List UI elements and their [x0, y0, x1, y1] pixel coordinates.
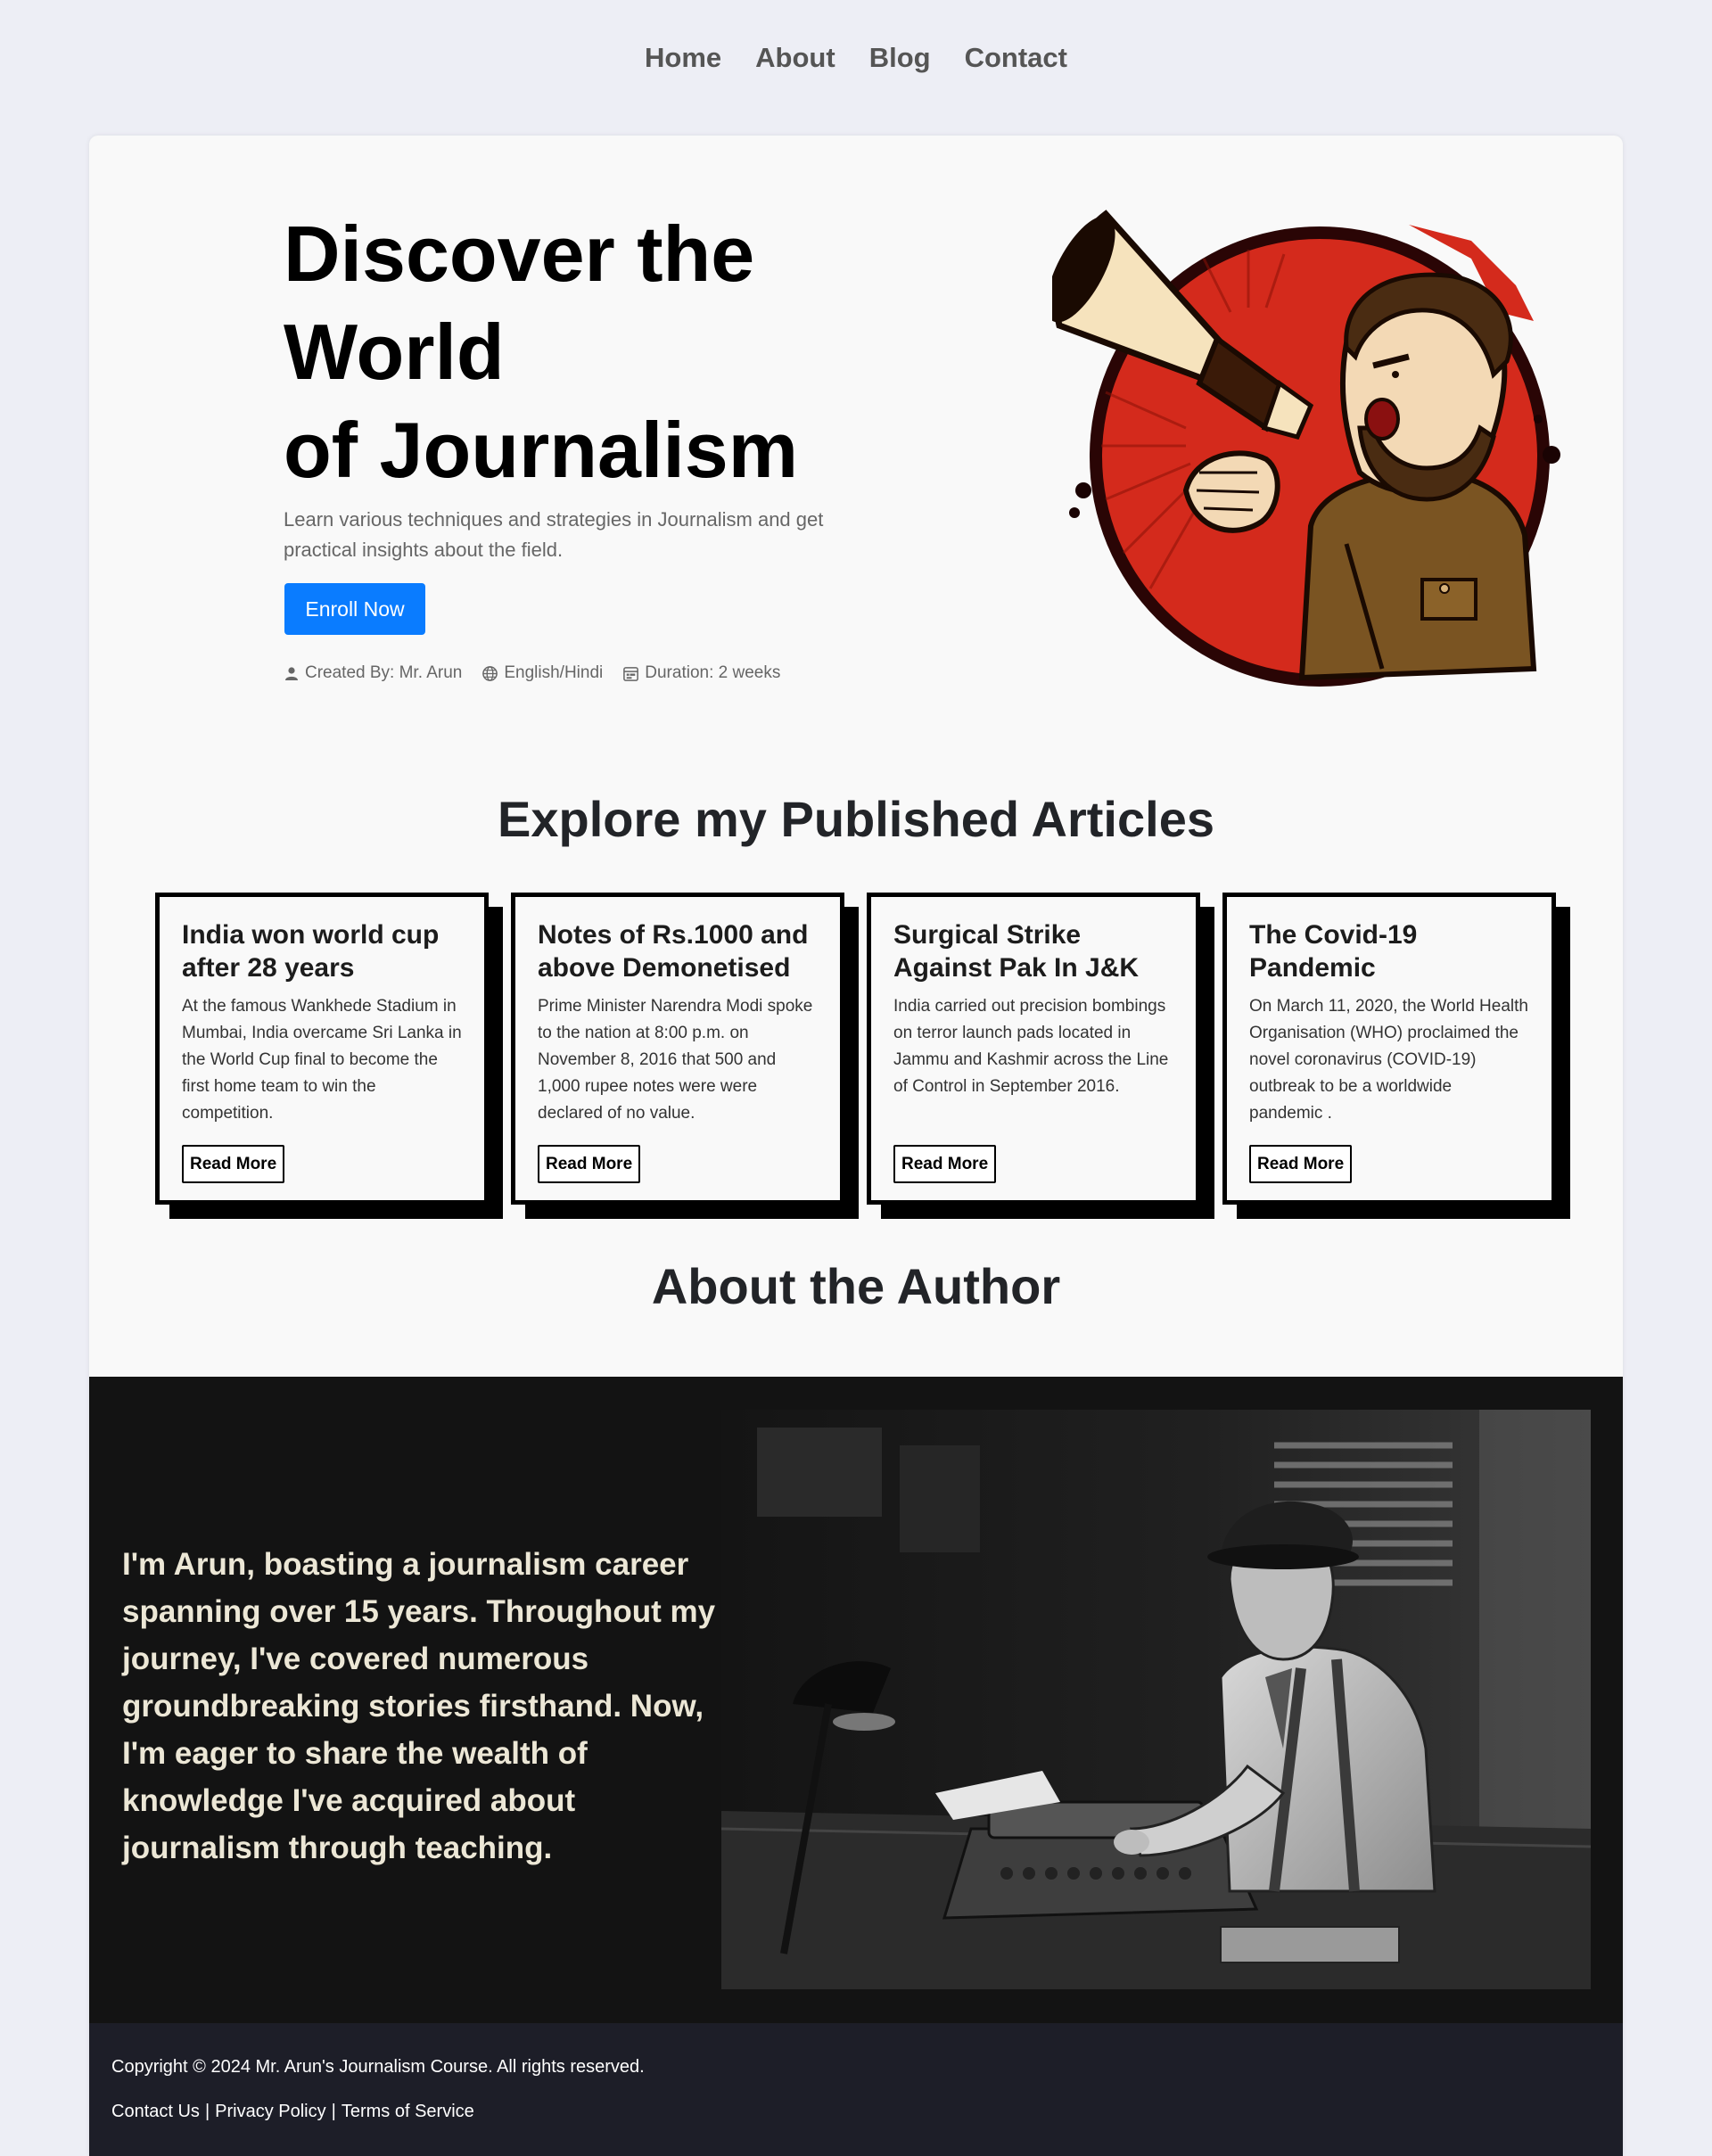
journalist-photo — [721, 1410, 1591, 1989]
meta-language-text: English/Hindi — [504, 663, 604, 682]
nav-home-link[interactable]: Home — [645, 42, 721, 74]
article-summary: India carried out precision bombings on … — [893, 997, 1169, 1096]
author-section: I'm Arun, boasting a journalism career s… — [89, 1377, 1623, 2023]
hero-title-line: World — [284, 308, 505, 396]
footer-contact-link[interactable]: Contact Us — [111, 2102, 200, 2122]
article-card: The Covid-19 Pandemic On March 11, 2020,… — [1222, 893, 1556, 1205]
meta-duration-text: Duration: 2 weeks — [645, 663, 781, 682]
article-title: Surgical Strike Against Pak In J&K — [893, 920, 1140, 983]
nav-blog-link[interactable]: Blog — [869, 42, 931, 74]
read-more-button[interactable]: Read More — [893, 1145, 997, 1183]
article-title: The Covid-19 Pandemic — [1249, 920, 1418, 983]
hero-title-line: of Journalism — [284, 406, 798, 494]
articles-grid: India won world cup after 28 years At th… — [155, 893, 1564, 1214]
meta-author-text: Created By: Mr. Arun — [305, 663, 463, 682]
footer-separator: | — [331, 2102, 336, 2121]
enroll-now-button[interactable]: Enroll Now — [284, 583, 425, 635]
article-title: Notes of Rs.1000 and above Demonetised — [538, 920, 809, 983]
nav-contact-link[interactable]: Contact — [965, 42, 1067, 74]
meta-language: English/Hindi — [482, 663, 603, 683]
footer-links: Contact Us | Privacy Policy | Terms of S… — [111, 2102, 1601, 2122]
footer-separator: | — [204, 2102, 210, 2121]
footer-privacy-link[interactable]: Privacy Policy — [215, 2102, 325, 2122]
read-more-button[interactable]: Read More — [182, 1145, 285, 1183]
meta-author: Created By: Mr. Arun — [284, 663, 462, 683]
article-card: Surgical Strike Against Pak In J&K India… — [867, 893, 1200, 1205]
nav-about-link[interactable]: About — [755, 42, 835, 74]
globe-icon — [482, 665, 498, 681]
meta-duration: Duration: 2 weeks — [622, 663, 780, 683]
main-card: Discover the World of Journalism Learn v… — [89, 136, 1623, 2156]
megaphone-illustration — [1052, 210, 1560, 687]
hero-subtitle: Learn various techniques and strategies … — [284, 508, 824, 561]
top-nav: Home About Blog Contact — [0, 0, 1712, 116]
hero-title: Discover the World of Journalism — [284, 205, 908, 499]
user-icon — [285, 667, 298, 680]
article-summary: Prime Minister Narendra Modi spoke to th… — [538, 997, 813, 1123]
hero-title-line: Discover the — [284, 210, 755, 298]
author-heading: About the Author — [651, 1258, 1061, 1314]
footer-copyright: Copyright © 2024 Mr. Arun's Journalism C… — [111, 2057, 645, 2077]
author-bio: I'm Arun, boasting a journalism career s… — [122, 1547, 716, 1865]
course-meta: Created By: Mr. Arun English/Hindi Durat… — [284, 663, 780, 683]
read-more-button[interactable]: Read More — [1249, 1145, 1353, 1183]
read-more-button[interactable]: Read More — [538, 1145, 641, 1183]
article-card: Notes of Rs.1000 and above Demonetised P… — [511, 893, 844, 1205]
article-summary: At the famous Wankhede Stadium in Mumbai… — [182, 997, 462, 1123]
article-title: India won world cup after 28 years — [182, 920, 440, 983]
article-summary: On March 11, 2020, the World Health Orga… — [1249, 997, 1528, 1123]
calendar-icon — [623, 666, 639, 681]
article-card: India won world cup after 28 years At th… — [155, 893, 489, 1205]
footer: Copyright © 2024 Mr. Arun's Journalism C… — [89, 2023, 1623, 2156]
footer-terms-link[interactable]: Terms of Service — [342, 2102, 474, 2122]
articles-heading: Explore my Published Articles — [498, 791, 1214, 847]
